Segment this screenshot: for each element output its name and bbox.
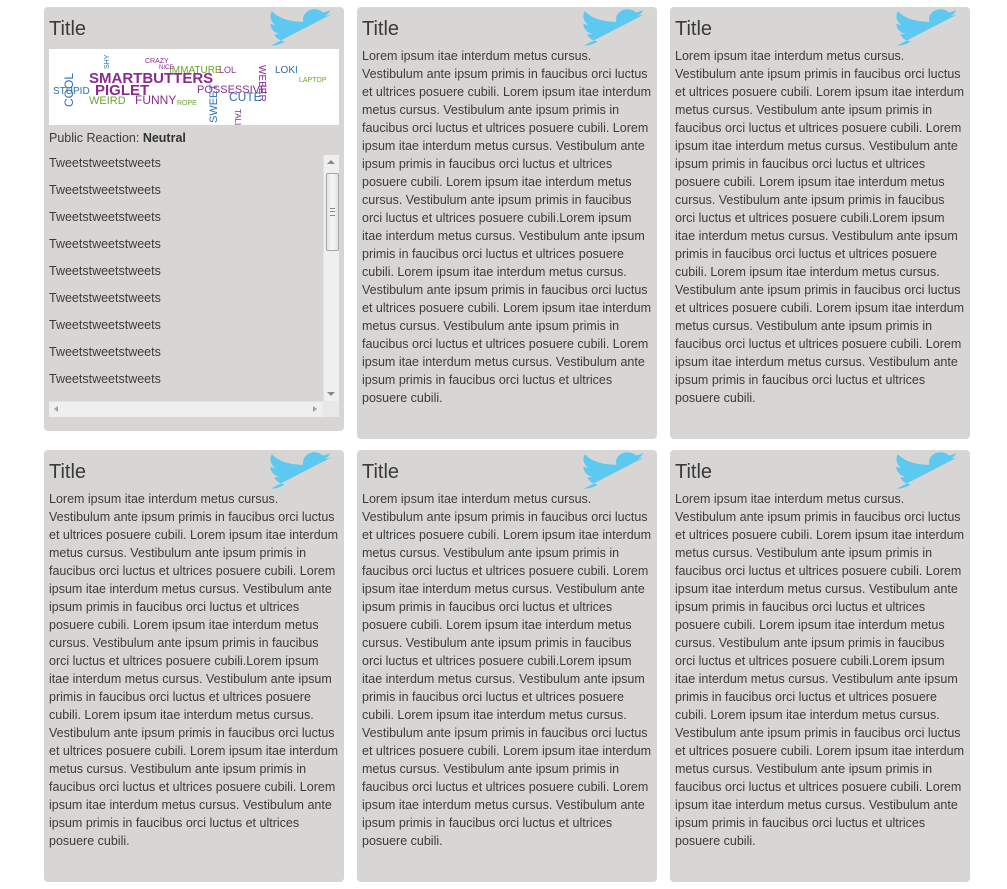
tweet-item: Tweetstweetstweets: [49, 156, 161, 170]
svg-text:IMMATURE: IMMATURE: [169, 65, 222, 76]
svg-text:SWEET: SWEET: [208, 84, 220, 123]
scroll-down-arrow-icon[interactable]: [327, 392, 335, 396]
svg-text:FUNNY: FUNNY: [135, 93, 176, 107]
twitter-bird-icon: [270, 452, 332, 489]
card-body-text: Lorem ipsum itae interdum metus cursus. …: [49, 492, 339, 848]
tweet-item: Tweetstweetstweets: [49, 318, 161, 332]
tweet-item: Tweetstweetstweets: [49, 264, 161, 278]
tweet-item: Tweetstweetstweets: [49, 237, 161, 251]
horizontal-scrollbar[interactable]: [49, 401, 323, 417]
card-body-text: Lorem ipsum itae interdum metus cursus. …: [675, 492, 965, 848]
scroll-up-arrow-icon[interactable]: [327, 160, 335, 164]
twitter-bird-icon: [583, 452, 645, 489]
svg-text:WEIRD: WEIRD: [89, 95, 126, 107]
tweet-item: Tweetstweetstweets: [49, 183, 161, 197]
scroll-right-arrow-icon[interactable]: [313, 406, 317, 412]
tweet-item: Tweetstweetstweets: [49, 210, 161, 224]
scrollbar-thumb[interactable]: [326, 173, 339, 251]
tweet-list[interactable]: Tweetstweetstweets Tweetstweetstweets Tw…: [49, 155, 323, 401]
topic-card-3: Title Lorem ipsum itae interdum metus cu…: [670, 7, 970, 439]
public-reaction: Public Reaction: Neutral: [49, 129, 339, 147]
scrollbar-corner: [323, 401, 339, 417]
tweet-item: Tweetstweetstweets: [49, 291, 161, 305]
reaction-label: Public Reaction:: [49, 131, 140, 145]
svg-text:LAPTOP: LAPTOP: [299, 77, 327, 84]
svg-text:LOKI: LOKI: [275, 65, 298, 76]
reaction-value: Neutral: [142, 131, 186, 145]
svg-text:CRAZY: CRAZY: [145, 58, 169, 65]
card-body-text: Lorem ipsum itae interdum metus cursus. …: [362, 49, 652, 405]
twitter-bird-icon: [896, 9, 958, 46]
twitter-bird-icon: [896, 452, 958, 489]
svg-text:LOL: LOL: [219, 65, 236, 75]
twitter-bird-icon: [270, 9, 332, 46]
topic-card-1: Title COOL SMARTBUTTERS PIGLET STUPID WE…: [44, 7, 344, 431]
card-body-text: Lorem ipsum itae interdum metus cursus. …: [362, 492, 652, 848]
svg-text:ROPE: ROPE: [177, 100, 197, 107]
tweet-list-box[interactable]: Tweetstweetstweets Tweetstweetstweets Tw…: [49, 155, 339, 417]
svg-text:TALL: TALL: [233, 109, 242, 125]
svg-text:SHY: SHY: [104, 54, 111, 69]
word-cloud-image: COOL SMARTBUTTERS PIGLET STUPID WEIRD FU…: [49, 49, 339, 125]
twitter-bird-icon: [583, 9, 645, 46]
scroll-left-arrow-icon[interactable]: [54, 406, 58, 412]
topic-card-5: Title Lorem ipsum itae interdum metus cu…: [357, 450, 657, 882]
vertical-scrollbar[interactable]: [323, 155, 339, 401]
svg-text:STUPID: STUPID: [53, 86, 90, 97]
tweet-item: Tweetstweetstweets: [49, 372, 161, 386]
svg-text:NICE: NICE: [159, 65, 173, 71]
card-body-text: Lorem ipsum itae interdum metus cursus. …: [675, 49, 965, 405]
topic-card-4: Title Lorem ipsum itae interdum metus cu…: [44, 450, 344, 882]
topic-card-2: Title Lorem ipsum itae interdum metus cu…: [357, 7, 657, 439]
topic-card-6: Title Lorem ipsum itae interdum metus cu…: [670, 450, 970, 882]
svg-text:WEBER: WEBER: [256, 65, 267, 102]
tweet-item: Tweetstweetstweets: [49, 345, 161, 359]
